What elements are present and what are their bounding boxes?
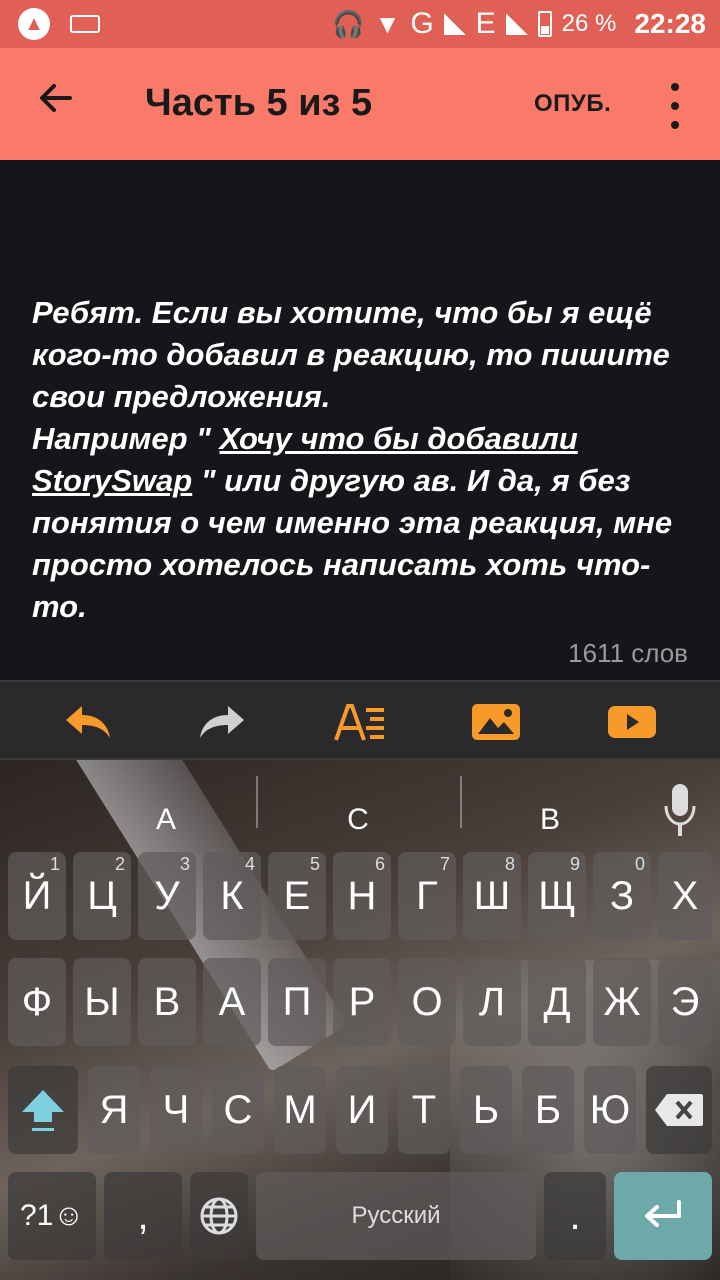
key-label: К [220, 873, 244, 918]
key[interactable]: Х [658, 852, 712, 940]
key-label: Ц [87, 873, 117, 918]
battery-icon [537, 11, 552, 37]
key-label: Е [283, 873, 311, 918]
key[interactable]: Д [528, 958, 586, 1046]
story-text[interactable]: Ребят. Если вы хотите, что бы я ещё кого… [32, 292, 692, 628]
app-notification-icon: ▲ [18, 8, 50, 40]
signal-icon-2 [505, 13, 528, 35]
key[interactable]: Ы [73, 958, 131, 1046]
key-hint: 6 [374, 854, 385, 874]
key[interactable]: И [336, 1066, 388, 1154]
key[interactable]: В [138, 958, 196, 1046]
suggestion-3[interactable]: В [450, 780, 650, 860]
network-type-g: G [410, 7, 434, 40]
text-line2-start: Например " [32, 421, 220, 456]
more-options-icon[interactable] [660, 78, 690, 134]
enter-key[interactable] [614, 1172, 712, 1260]
space-key-label: Русский [351, 1202, 441, 1229]
signal-icon [443, 13, 466, 35]
key[interactable]: Н6 [333, 852, 391, 940]
story-editor[interactable]: Ребят. Если вы хотите, что бы я ещё кого… [0, 160, 720, 680]
key[interactable]: Ф [8, 958, 66, 1046]
comma-key[interactable]: , [104, 1172, 182, 1260]
key[interactable]: Т [398, 1066, 450, 1154]
key[interactable]: О [398, 958, 456, 1046]
key-hint: 8 [504, 854, 515, 874]
key-label: Г [416, 873, 438, 918]
key[interactable]: К4 [203, 852, 261, 940]
key-label: З [609, 873, 635, 918]
image-icon[interactable] [466, 696, 526, 748]
text-before: Ребят. Если вы хотите, что бы я ещё кого… [32, 295, 670, 414]
symbols-key[interactable]: ?1☺ [8, 1172, 96, 1260]
key[interactable]: Щ9 [528, 852, 586, 940]
key-label: У [154, 873, 180, 918]
key[interactable]: Г7 [398, 852, 456, 940]
key-hint: 2 [114, 854, 125, 874]
enter-icon [645, 1200, 681, 1227]
language-key[interactable] [190, 1172, 248, 1260]
microphone-icon[interactable] [662, 780, 698, 840]
key-label: Й [22, 873, 52, 918]
key[interactable]: Б [522, 1066, 574, 1154]
key-hint: 7 [439, 854, 450, 874]
key-hint: 9 [569, 854, 580, 874]
page-title: Часть 5 из 5 [145, 82, 373, 124]
key[interactable]: М [274, 1066, 326, 1154]
backspace-key[interactable] [646, 1066, 712, 1154]
suggestion-2[interactable]: С [258, 780, 458, 860]
undo-icon[interactable] [58, 696, 118, 748]
key[interactable]: Ь [460, 1066, 512, 1154]
battery-percent: 26 % [561, 10, 617, 37]
text-format-icon[interactable] [330, 696, 390, 748]
key[interactable]: А [203, 958, 261, 1046]
video-icon[interactable] [602, 696, 662, 748]
key[interactable]: Я [88, 1066, 140, 1154]
key[interactable]: Э [658, 958, 712, 1046]
publish-button[interactable]: ОПУБ. [534, 90, 611, 118]
app-bar: Часть 5 из 5 ОПУБ. [0, 48, 720, 160]
key-hint: 0 [634, 854, 645, 874]
key[interactable]: С [212, 1066, 264, 1154]
key-hint: 3 [179, 854, 190, 874]
space-key[interactable]: Русский [256, 1172, 536, 1260]
key[interactable]: Ю [584, 1066, 636, 1154]
key-label: Щ [538, 873, 576, 918]
soft-keyboard: А С В Й1 Ц2 У3 К4 Е5 Н6 Г7 Ш8 Щ9 З0 Х Ф … [0, 760, 720, 1280]
word-count: 1611 слов [568, 638, 688, 668]
format-toolbar [0, 680, 720, 760]
key[interactable]: Й1 [8, 852, 66, 940]
period-key[interactable]: . [544, 1172, 606, 1260]
key-label: Ш [473, 873, 511, 918]
key[interactable]: Ж [593, 958, 651, 1046]
network-type-e: E [475, 7, 496, 40]
keyboard-notification-icon [70, 15, 100, 33]
back-arrow-icon[interactable] [28, 76, 84, 132]
redo-icon[interactable] [192, 696, 252, 748]
key[interactable]: П [268, 958, 326, 1046]
key-hint: 5 [309, 854, 320, 874]
backspace-icon [655, 1094, 703, 1126]
key-hint: 1 [49, 854, 60, 874]
status-bar: ▲ 🎧 ▼ G E 26 % 22:28 [0, 0, 720, 48]
shift-key[interactable] [8, 1066, 78, 1154]
globe-icon [200, 1197, 238, 1235]
key[interactable]: З0 [593, 852, 651, 940]
key-label: Н [347, 873, 377, 918]
shift-icon [22, 1090, 64, 1131]
key-hint: 4 [244, 854, 255, 874]
key[interactable]: Л [463, 958, 521, 1046]
key[interactable]: У3 [138, 852, 196, 940]
wifi-icon: ▼ [374, 8, 401, 39]
key[interactable]: Ч [150, 1066, 202, 1154]
clock: 22:28 [634, 8, 706, 39]
key[interactable]: Р [333, 958, 391, 1046]
key[interactable]: Ц2 [73, 852, 131, 940]
key[interactable]: Ш8 [463, 852, 521, 940]
headphones-icon: 🎧 [332, 8, 365, 39]
key-label: Х [671, 873, 699, 918]
key[interactable]: Е5 [268, 852, 326, 940]
suggestion-1[interactable]: А [66, 780, 266, 860]
